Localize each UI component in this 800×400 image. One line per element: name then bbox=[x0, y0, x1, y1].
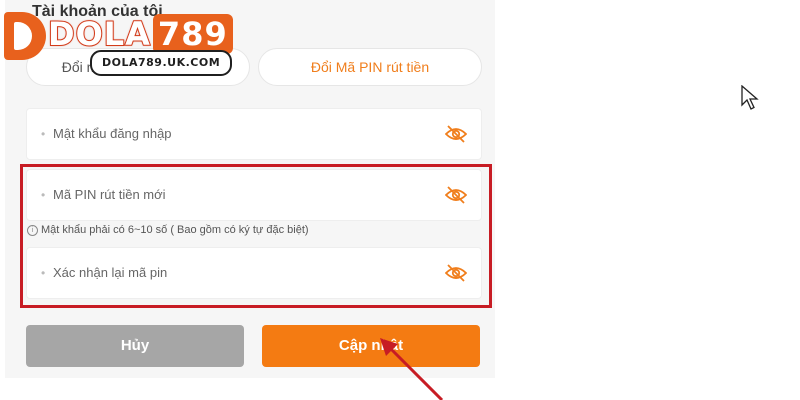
logo-number: 789 bbox=[152, 14, 233, 54]
logo-brand: DOLA bbox=[47, 14, 151, 54]
highlight-box bbox=[20, 164, 492, 308]
cancel-button[interactable]: Hủy bbox=[26, 325, 244, 367]
login-password-placeholder: Mật khẩu đăng nhập bbox=[53, 126, 172, 141]
annotation-arrow-icon bbox=[380, 338, 444, 400]
required-mark: • bbox=[41, 127, 46, 141]
mouse-cursor-icon bbox=[741, 85, 759, 110]
logo-d-mark bbox=[4, 12, 46, 60]
logo-url: DOLA789.UK.COM bbox=[90, 50, 233, 76]
logo-wordmark: DOLA 789 bbox=[47, 14, 233, 54]
eye-slash-icon[interactable] bbox=[445, 124, 467, 144]
tab-change-withdraw-pin[interactable]: Đổi Mã PIN rút tiền bbox=[258, 48, 482, 86]
brand-logo: DOLA 789 DOLA789.UK.COM bbox=[4, 10, 236, 76]
login-password-field[interactable]: • Mật khẩu đăng nhập bbox=[26, 108, 482, 160]
